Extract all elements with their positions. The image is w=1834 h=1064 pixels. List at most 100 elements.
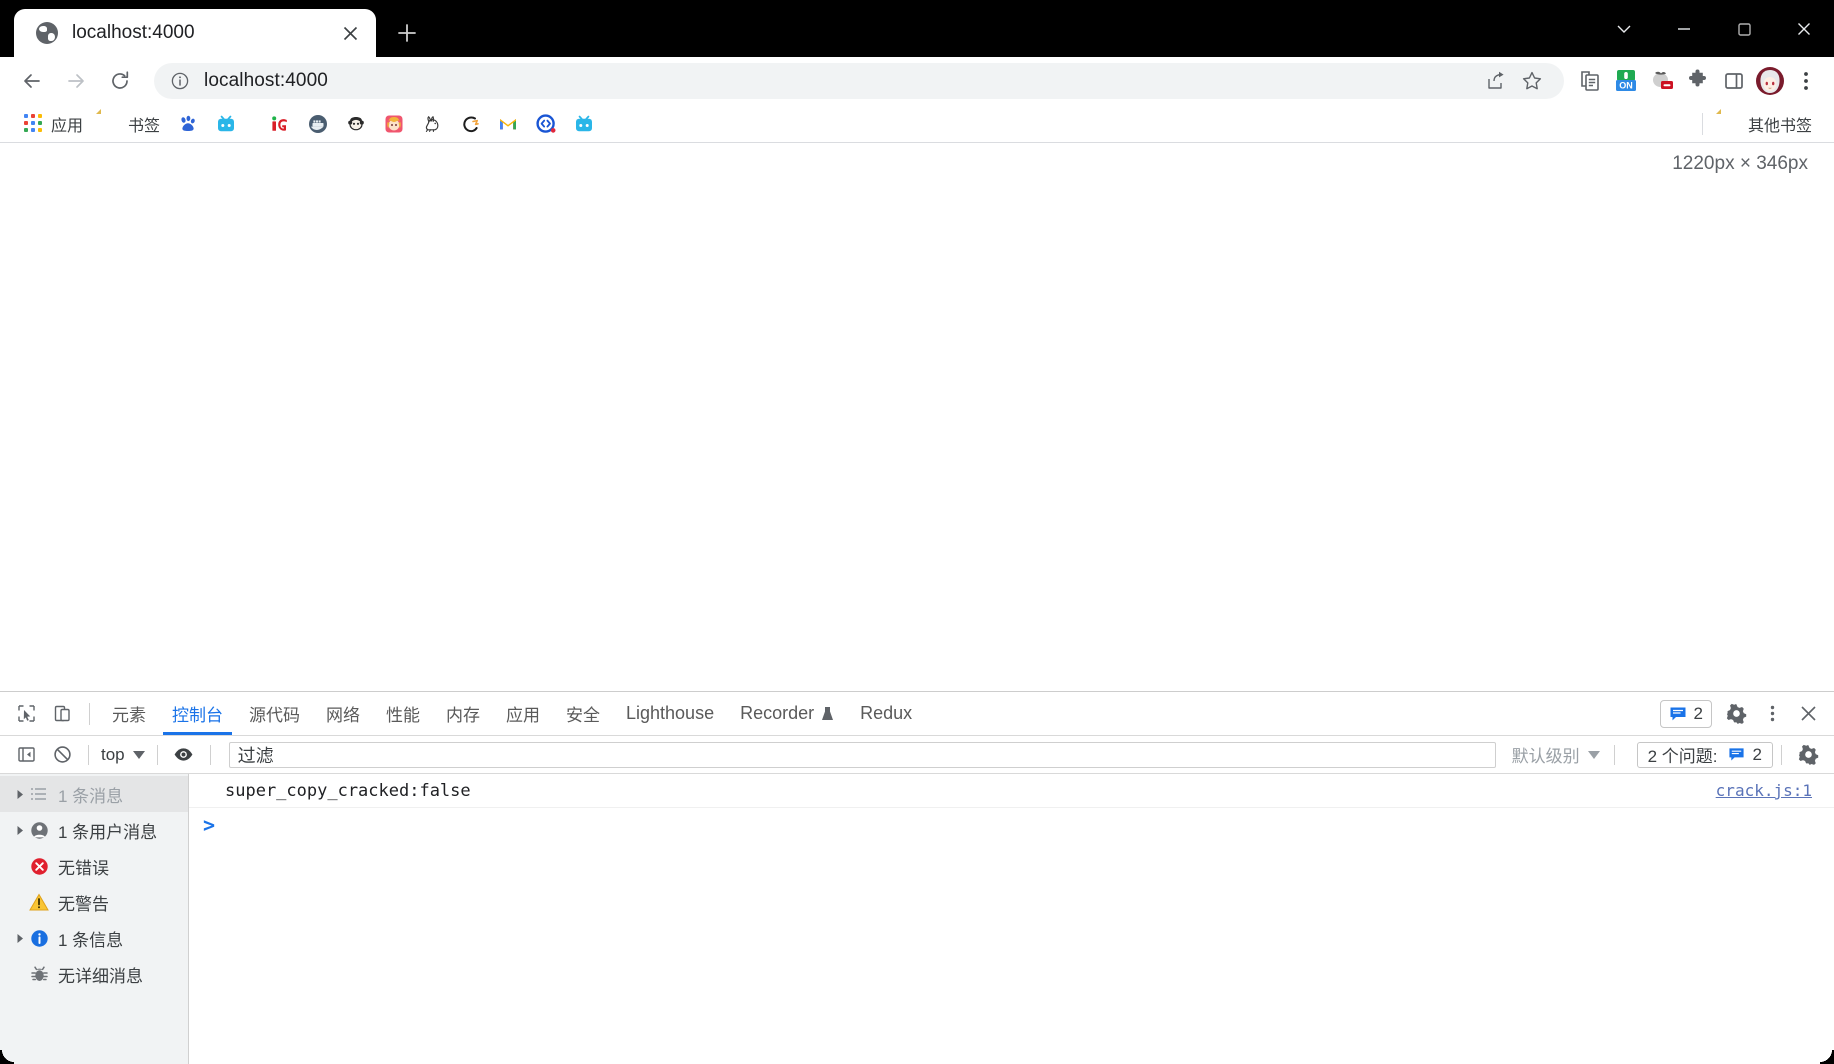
console-sidebar-item[interactable]: 1 条信息	[0, 920, 188, 956]
gmail-icon	[498, 114, 518, 134]
live-expression-eye-icon[interactable]	[169, 741, 199, 769]
bookmark-juejin[interactable]	[528, 110, 564, 138]
expand-arrow-icon[interactable]	[12, 789, 28, 800]
divider	[89, 702, 90, 725]
messages-count: 2	[1693, 703, 1703, 723]
tomato-extension-icon[interactable]	[1644, 63, 1680, 99]
console-context-selector[interactable]: top	[97, 745, 149, 765]
devtools-tab[interactable]: Recorder	[727, 692, 847, 735]
browser-tab[interactable]: localhost:4000	[14, 9, 376, 57]
rabbit-icon	[422, 114, 442, 134]
bookmark-gmail[interactable]	[490, 110, 526, 138]
console-issues-button[interactable]: 2 个问题: 2	[1636, 741, 1773, 768]
bookmark-other-folder[interactable]: 其他书签	[1713, 110, 1820, 138]
close-window-icon[interactable]	[1774, 4, 1834, 54]
bookmark-monkey[interactable]	[338, 110, 374, 138]
juejin-icon	[536, 113, 556, 134]
clear-console-icon[interactable]	[47, 741, 77, 769]
browser-toolbar: localhost:4000 ON	[0, 57, 1834, 105]
page-viewport: 1220px × 346px	[0, 143, 1834, 691]
devtools-tab[interactable]: Redux	[847, 692, 925, 735]
warning-icon	[28, 893, 50, 912]
console-filter-input[interactable]: 过滤	[228, 741, 1496, 768]
bookmark-rabbitmq[interactable]	[414, 110, 450, 138]
expand-arrow-icon[interactable]	[12, 933, 28, 944]
back-arrow-icon[interactable]	[10, 59, 54, 103]
device-toolbar-icon[interactable]	[46, 698, 78, 730]
bookmarks-bar-right: 其他书签	[1692, 110, 1834, 138]
inspect-element-icon[interactable]	[10, 698, 42, 730]
info-circle-icon[interactable]	[170, 71, 190, 91]
puzzle-extensions-icon[interactable]	[1680, 63, 1716, 99]
issues-count: 2	[1752, 744, 1762, 764]
star-icon[interactable]	[1514, 63, 1550, 99]
new-tab-button[interactable]	[390, 16, 424, 50]
devtools-messages-badge[interactable]: 2	[1659, 699, 1712, 728]
bookmark-folder-shuqian[interactable]: 书签	[93, 110, 168, 138]
bookmark-ig[interactable]	[262, 110, 298, 138]
forward-arrow-icon[interactable]	[54, 59, 98, 103]
bookmark-baidu[interactable]	[170, 110, 206, 138]
console-level-selector[interactable]: 默认级别	[1506, 742, 1606, 767]
bookmark-label: 书签	[128, 117, 161, 135]
devtools-tab[interactable]: Lighthouse	[613, 692, 727, 735]
message-bubble-icon	[1670, 707, 1686, 720]
chrome-menu-icon[interactable]	[1788, 63, 1824, 99]
close-devtools-icon[interactable]	[1792, 698, 1824, 730]
window-corner-bottom-left	[0, 1050, 14, 1064]
address-bar[interactable]: localhost:4000	[154, 63, 1564, 99]
expand-arrow-icon[interactable]	[12, 825, 28, 836]
folder-icon	[101, 114, 121, 134]
divider	[209, 744, 211, 765]
console-prompt[interactable]: >	[189, 808, 1834, 842]
close-icon[interactable]	[336, 19, 364, 47]
devtools-tab-label: 源代码	[249, 706, 300, 725]
console-sidebar-toggle-icon[interactable]	[11, 741, 41, 769]
console-sidebar-item[interactable]: 无错误	[0, 848, 188, 884]
devtools-tab[interactable]: 元素	[99, 692, 159, 735]
console-sidebar-item[interactable]: 1 条消息	[0, 776, 188, 812]
svg-text:ON: ON	[1619, 81, 1633, 91]
console-log-source-link[interactable]: crack.js:1	[1716, 781, 1812, 800]
devtools-tab-label: Redux	[860, 703, 913, 723]
devtools-tab[interactable]: 应用	[493, 692, 553, 735]
console-sidebar-item[interactable]: 无警告	[0, 884, 188, 920]
browser-window: localhost:4000 localhost:4000 ON 应用 书签 其…	[0, 0, 1834, 1064]
window-corner-bottom-right	[1820, 1050, 1834, 1064]
apps-grid-icon	[24, 113, 44, 134]
bookmark-bilibili-2[interactable]	[566, 110, 602, 138]
devtools-tab[interactable]: 性能	[373, 692, 433, 735]
side-panel-icon[interactable]	[1716, 63, 1752, 99]
on-toggle-extension-icon[interactable]: ON	[1608, 63, 1644, 99]
divider	[156, 744, 158, 765]
share-icon[interactable]	[1478, 63, 1514, 99]
devtools-tab[interactable]: 控制台	[159, 692, 236, 735]
reload-icon[interactable]	[98, 59, 142, 103]
devtools-tab[interactable]: 源代码	[236, 692, 313, 735]
bookmark-apps[interactable]: 应用	[16, 110, 91, 138]
bookmark-anime[interactable]	[376, 110, 412, 138]
console-sidebar-item[interactable]: 无详细消息	[0, 956, 188, 992]
bookmark-docker[interactable]	[300, 110, 336, 138]
devtools-tab[interactable]: 内存	[433, 692, 493, 735]
devtools-tab[interactable]: 安全	[553, 692, 613, 735]
console-filter-placeholder: 过滤	[237, 745, 274, 766]
console-sidebar: 1 条消息 1 条用户消息 无错误 无警告 1 条信息 无详细消息	[0, 774, 189, 1064]
devtools-panel: 元素 控制台 源代码 网络 性能 内存 应用 安全 Lighthouse Recorder Redu…	[0, 691, 1834, 1064]
bookmark-label: 其他书签	[1747, 117, 1812, 135]
console-settings-gear-icon[interactable]	[1793, 741, 1823, 769]
bookmark-bilibili[interactable]	[208, 110, 244, 138]
console-sidebar-item[interactable]: 1 条用户消息	[0, 812, 188, 848]
more-vertical-icon[interactable]	[1756, 698, 1788, 730]
avatar[interactable]	[1752, 63, 1788, 99]
devtools-tab-label: Lighthouse	[626, 703, 715, 723]
gear-icon[interactable]	[1720, 698, 1752, 730]
maximize-icon[interactable]	[1714, 4, 1774, 54]
folder-icon	[1721, 114, 1741, 134]
console-body: 1 条消息 1 条用户消息 无错误 无警告 1 条信息 无详细消息 super_copy_…	[0, 774, 1834, 1064]
minimize-icon[interactable]	[1654, 4, 1714, 54]
reading-list-icon[interactable]	[1572, 63, 1608, 99]
bookmark-csdn[interactable]	[452, 110, 488, 138]
devtools-tab[interactable]: 网络	[313, 692, 373, 735]
tab-search-chevron-icon[interactable]	[1594, 4, 1654, 54]
